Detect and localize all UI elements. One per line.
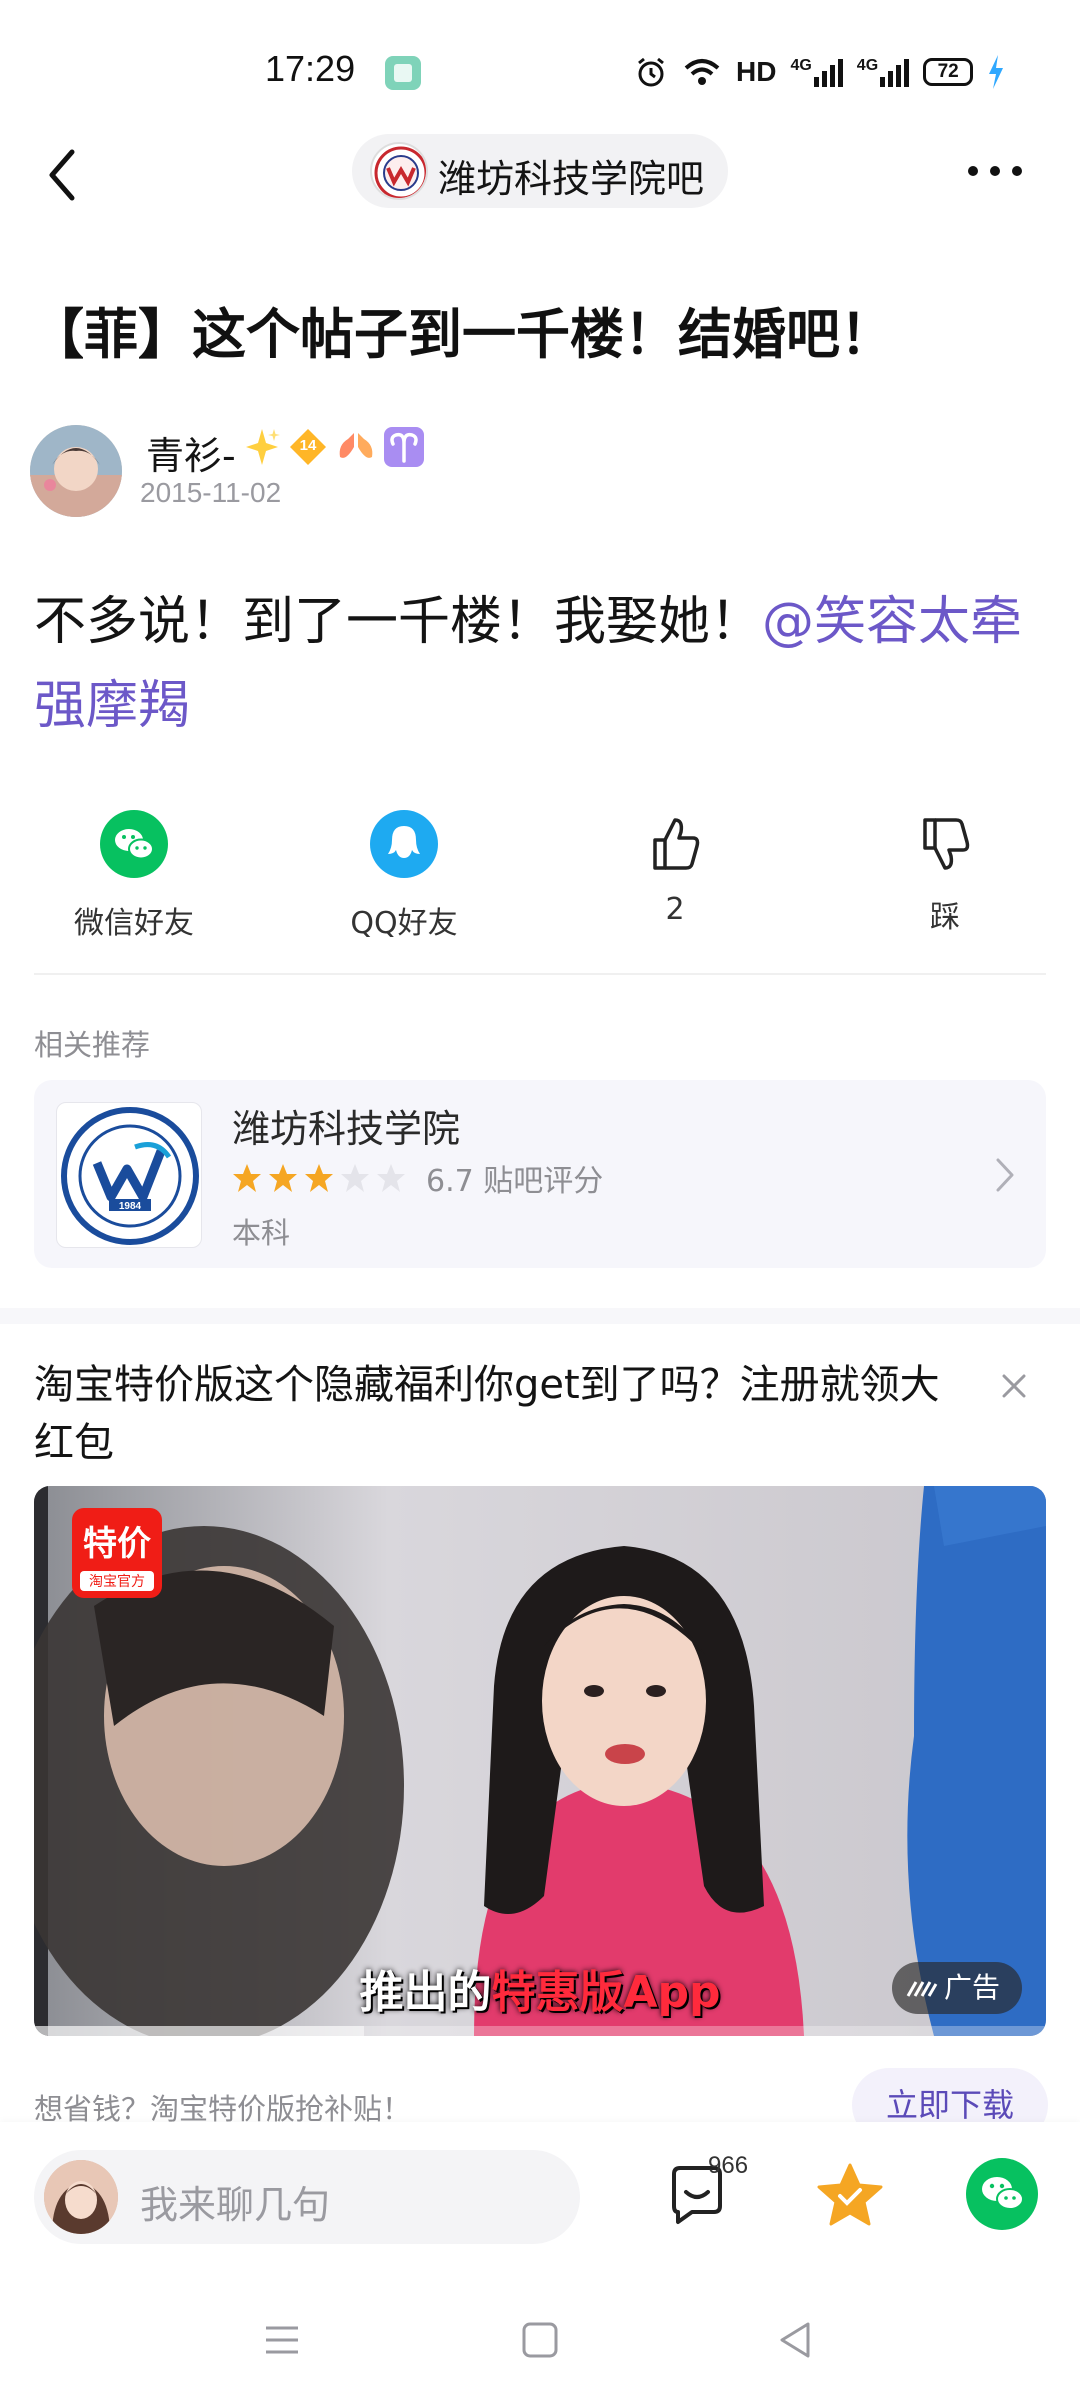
school-logo-year: 1984: [119, 1201, 142, 1212]
school-logo: 1984: [56, 1102, 202, 1248]
back-button[interactable]: [40, 140, 90, 210]
signal-4g-1: 4G: [790, 57, 843, 87]
wechat-share-button[interactable]: [966, 2158, 1038, 2230]
star-filled-icon: [305, 1164, 333, 1192]
tejia-badge-main: 特价: [83, 1524, 151, 1564]
share-qq-button[interactable]: QQ好友: [304, 810, 504, 942]
tejia-badge: 特价 淘宝官方: [72, 1508, 162, 1598]
related-section-label: 相关推荐: [34, 1028, 151, 1062]
my-avatar: [44, 2160, 118, 2234]
post-date: 2015-11-02: [140, 477, 282, 508]
home-icon[interactable]: [520, 2320, 560, 2360]
wifi-icon: [684, 59, 720, 85]
ad-brand-icon: [906, 1981, 938, 1997]
comment-count: 966: [708, 2152, 749, 2179]
signal-4g-2: 4G: [857, 57, 910, 87]
thumbs-down-icon: [923, 818, 970, 870]
status-indicators: HD 4G 4G 72: [634, 50, 1005, 94]
star-filled-icon: [233, 1164, 261, 1192]
more-options-button[interactable]: [960, 146, 1030, 196]
related-forum-card[interactable]: 1984 潍坊科技学院 6.7 贴吧评分 本科: [34, 1080, 1046, 1268]
post-body: 不多说！到了一千楼！我娶她！@笑容太牵强摩羯: [34, 580, 1044, 748]
share-wechat-button[interactable]: 微信好友: [34, 810, 234, 942]
section-separator: [0, 1308, 1080, 1324]
ad-close-button[interactable]: [992, 1364, 1036, 1408]
rating-score: 6.7 贴吧评分: [426, 1164, 604, 1199]
author-avatar[interactable]: [30, 425, 122, 517]
forum-header-button[interactable]: 潍坊科技学院吧: [352, 134, 728, 208]
tejia-badge-sub: 淘宝官方: [80, 1571, 154, 1591]
rating-stars: 6.7 贴吧评分: [232, 1156, 603, 1200]
star-filled-icon: [269, 1164, 297, 1192]
share-actions-row: 微信好友 QQ好友 2 踩: [0, 810, 1080, 942]
app-notification-icon: [385, 56, 421, 90]
comment-input[interactable]: 我来聊几句: [34, 2150, 580, 2244]
star-empty-icon: [341, 1164, 369, 1192]
system-navigation-bar: [0, 2282, 1080, 2400]
bottom-action-bar: 我来聊几句 966: [0, 2122, 1080, 2282]
ad-video-frame: [34, 1486, 1046, 2036]
dislike-button[interactable]: 踩: [845, 810, 1045, 936]
post-body-text: 不多说！到了一千楼！我娶她！: [34, 592, 763, 652]
battery-indicator: 72: [923, 58, 974, 86]
favorite-button[interactable]: [816, 2162, 884, 2228]
thumbs-up-icon: [653, 818, 700, 870]
ad-title[interactable]: 淘宝特价版这个隐藏福利你get到了吗？注册就领大红包: [34, 1356, 974, 1472]
status-time: 17:29: [265, 48, 356, 89]
chevron-left-icon: [49, 149, 75, 201]
wechat-icon: [982, 2177, 1024, 2210]
share-wechat-label: 微信好友: [74, 906, 194, 941]
like-button[interactable]: 2: [575, 810, 775, 927]
lungs-badge-icon: [339, 433, 373, 458]
post-title: 【菲】这个帖子到一千楼！结婚吧！: [30, 303, 894, 366]
alarm-icon: [638, 57, 664, 87]
ad-video[interactable]: 特价 淘宝官方 推出的特惠版App 广告: [34, 1486, 1046, 2036]
divider: [34, 973, 1046, 975]
sparkle-icon: [246, 429, 280, 465]
wechat-icon: [100, 810, 168, 878]
related-forum-name: 潍坊科技学院: [232, 1107, 461, 1151]
school-type: 本科: [232, 1216, 291, 1250]
level-badge: 14: [288, 427, 328, 467]
star-favorite-icon: [817, 2163, 883, 2226]
dislike-label: 踩: [930, 900, 960, 935]
hd-label: HD: [736, 56, 777, 87]
menu-icon[interactable]: [262, 2320, 302, 2360]
more-dots-icon: [968, 166, 1022, 176]
author-name[interactable]: 青衫-: [146, 425, 236, 480]
status-bar: 17:29 HD 4G 4G 72: [0, 0, 1080, 130]
close-icon: [1002, 1374, 1026, 1398]
author-badges: 14: [244, 427, 424, 467]
forum-name: 潍坊科技学院吧: [438, 157, 705, 201]
back-triangle-icon[interactable]: [776, 2320, 816, 2360]
star-empty-icon: [377, 1164, 405, 1192]
chevron-right-icon: [996, 1158, 1014, 1192]
ad-tag: 广告: [892, 1962, 1022, 2014]
forum-logo: [370, 142, 428, 200]
qq-icon: [370, 810, 438, 878]
like-count: 2: [665, 892, 685, 927]
share-qq-label: QQ好友: [350, 906, 458, 941]
aries-badge-icon: [384, 427, 424, 467]
charging-icon: [989, 55, 1004, 89]
comment-placeholder: 我来聊几句: [140, 2183, 331, 2227]
